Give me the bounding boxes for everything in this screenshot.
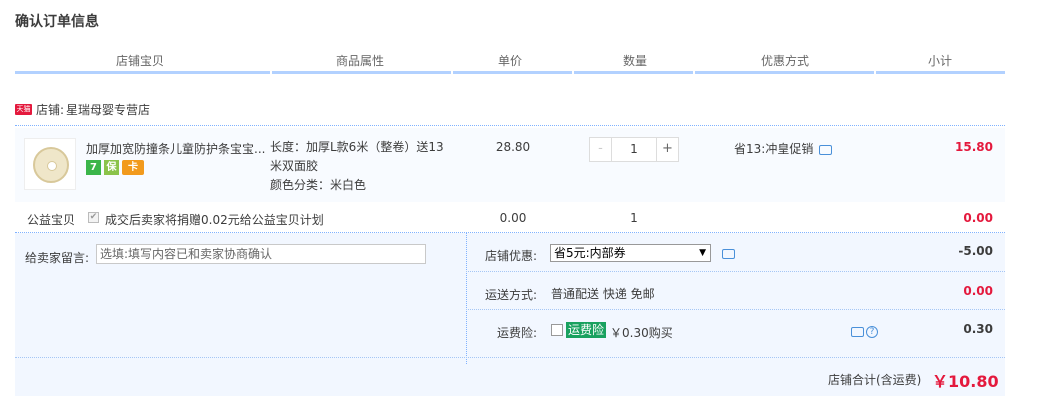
charity-subtotal: 0.00 bbox=[963, 211, 993, 225]
promo-text: 省13:冲皇促销 bbox=[734, 142, 814, 156]
discount-value: -5.00 bbox=[958, 244, 993, 258]
decrease-button[interactable]: - bbox=[590, 138, 612, 161]
service-badges: 7 保 卡 bbox=[86, 160, 144, 175]
attr-length: 长度：加厚L款6米（整卷）送13 bbox=[270, 140, 444, 154]
insurance-price: ￥0.30购买 bbox=[610, 326, 673, 340]
insurance-tag: 运费险 bbox=[566, 322, 607, 338]
chat-icon[interactable] bbox=[819, 144, 833, 155]
product-thumbnail[interactable] bbox=[24, 138, 76, 190]
col-discount: 优惠方式 bbox=[760, 54, 809, 68]
divider bbox=[15, 357, 1005, 358]
discount-selected: 省5元:内部券 bbox=[554, 246, 626, 260]
quantity-input[interactable]: 1 bbox=[612, 138, 656, 161]
unit-price: 28.80 bbox=[495, 140, 531, 154]
promo-info: 省13:冲皇促销 bbox=[734, 140, 833, 157]
tmall-icon: 天猫 bbox=[15, 103, 32, 115]
product-image bbox=[33, 147, 69, 183]
divider bbox=[466, 271, 1005, 272]
attr-length-cont: 米双面胶 bbox=[270, 159, 319, 173]
seven-day-return-icon[interactable]: 7 bbox=[86, 160, 101, 175]
col-unit-price: 单价 bbox=[497, 54, 522, 68]
shop-label: 店铺: bbox=[36, 102, 65, 117]
charity-price: 0.00 bbox=[499, 211, 527, 225]
divider bbox=[15, 125, 1005, 126]
product-title-link[interactable]: 加厚加宽防撞条儿童防护条宝宝... bbox=[86, 140, 266, 157]
column-divider bbox=[270, 71, 272, 74]
shipping-option: 普通配送 快递 免邮 bbox=[551, 287, 655, 301]
shop-total-label: 店铺合计(含运费) bbox=[828, 373, 922, 387]
attr-color: 颜色分类：米白色 bbox=[270, 178, 367, 192]
chat-icon[interactable] bbox=[722, 249, 735, 259]
discount-select[interactable]: 省5元:内部券 ▼ bbox=[550, 244, 711, 262]
chat-icon[interactable] bbox=[851, 326, 864, 337]
charity-text: 成交后卖家将捐赠0.02元给公益宝贝计划 bbox=[105, 213, 324, 227]
shipping-value: 0.00 bbox=[963, 284, 993, 298]
charity-qty: 1 bbox=[630, 211, 638, 225]
shop-header: 天猫 店铺: 星瑞母婴专营店 bbox=[15, 100, 150, 118]
insurance-help: ? bbox=[845, 324, 878, 338]
help-icon[interactable]: ? bbox=[866, 325, 878, 338]
order-item-row: 加厚加宽防撞条儿童防护条宝宝... 7 保 卡 长度：加厚L款6米（整卷）送13… bbox=[15, 128, 1005, 202]
column-headers: 店铺宝贝 商品属性 单价 数量 优惠方式 小计 bbox=[15, 46, 1005, 74]
quantity-stepper: - 1 + bbox=[589, 137, 679, 162]
item-subtotal: 15.80 bbox=[955, 140, 993, 154]
product-attributes: 长度：加厚L款6米（整卷）送13 米双面胶 颜色分类：米白色 bbox=[270, 138, 450, 195]
page-title: 确认订单信息 bbox=[15, 14, 99, 30]
discount-label: 店铺优惠: bbox=[484, 249, 537, 263]
seller-message-input[interactable]: 选填:填写内容已和卖家协商确认 bbox=[96, 244, 426, 264]
dropdown-arrow-icon: ▼ bbox=[699, 248, 706, 258]
charity-row: 公益宝贝 ✔ 成交后卖家将捐赠0.02元给公益宝贝计划 0.00 1 0.00 bbox=[15, 203, 1005, 231]
column-divider bbox=[693, 71, 695, 74]
charity-label: 公益宝贝 bbox=[27, 213, 76, 227]
shipping-label: 运送方式: bbox=[484, 288, 537, 302]
guarantee-icon[interactable]: 保 bbox=[104, 160, 119, 175]
insurance-label: 运费险: bbox=[496, 326, 537, 340]
column-header-bar bbox=[15, 71, 1005, 74]
col-shop-items: 店铺宝贝 bbox=[115, 54, 164, 68]
divider bbox=[466, 309, 1005, 310]
col-quantity: 数量 bbox=[622, 54, 647, 68]
column-divider bbox=[451, 71, 453, 74]
column-divider bbox=[874, 71, 876, 74]
increase-button[interactable]: + bbox=[656, 138, 678, 161]
shop-name-link[interactable]: 星瑞母婴专营店 bbox=[66, 101, 150, 118]
column-divider bbox=[572, 71, 574, 74]
insurance-checkbox[interactable] bbox=[551, 324, 563, 336]
col-subtotal: 小计 bbox=[927, 54, 952, 68]
insurance-value: 0.30 bbox=[963, 322, 993, 336]
col-attributes: 商品属性 bbox=[335, 54, 384, 68]
shop-total-value: ￥10.80 bbox=[932, 372, 999, 391]
charity-checkbox[interactable]: ✔ bbox=[88, 212, 99, 223]
message-label: 给卖家留言: bbox=[25, 251, 90, 265]
order-options-panel: 给卖家留言: 选填:填写内容已和卖家协商确认 店铺优惠: 省5元:内部券 ▼ -… bbox=[15, 233, 1005, 396]
credit-card-icon[interactable]: 卡 bbox=[122, 160, 144, 175]
